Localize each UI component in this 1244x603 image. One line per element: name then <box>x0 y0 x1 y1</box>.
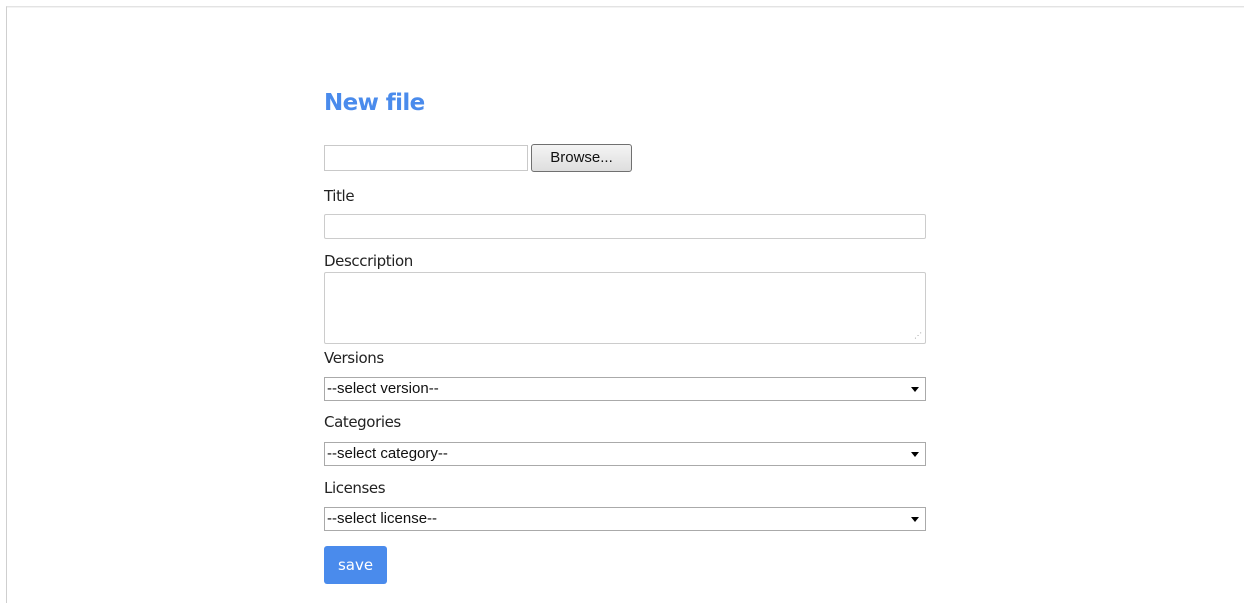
file-path-input[interactable] <box>324 145 528 171</box>
categories-selected-value: --select category-- <box>327 445 448 462</box>
resize-grip-icon[interactable]: ⋰ <box>914 332 922 340</box>
versions-selected-value: --select version-- <box>327 380 439 397</box>
chevron-down-icon <box>911 517 919 522</box>
versions-label: Versions <box>324 349 384 367</box>
chevron-down-icon <box>911 387 919 392</box>
versions-select[interactable]: --select version-- <box>324 377 926 401</box>
categories-label: Categories <box>324 413 401 431</box>
licenses-select[interactable]: --select license-- <box>324 507 926 531</box>
categories-select[interactable]: --select category-- <box>324 442 926 466</box>
title-label: Title <box>324 187 355 205</box>
browse-button[interactable]: Browse... <box>531 144 632 172</box>
chevron-down-icon <box>911 452 919 457</box>
description-textarea[interactable]: ⋰ <box>324 272 926 344</box>
save-button[interactable]: save <box>324 546 387 584</box>
description-label: Desccription <box>324 252 413 270</box>
licenses-label: Licenses <box>324 479 386 497</box>
page-title: New file <box>324 90 425 116</box>
licenses-selected-value: --select license-- <box>327 510 438 527</box>
title-input[interactable] <box>324 214 926 239</box>
new-file-form: New file Browse... Title Desccription ⋰ … <box>324 88 926 584</box>
file-upload-row: Browse... <box>324 143 632 173</box>
